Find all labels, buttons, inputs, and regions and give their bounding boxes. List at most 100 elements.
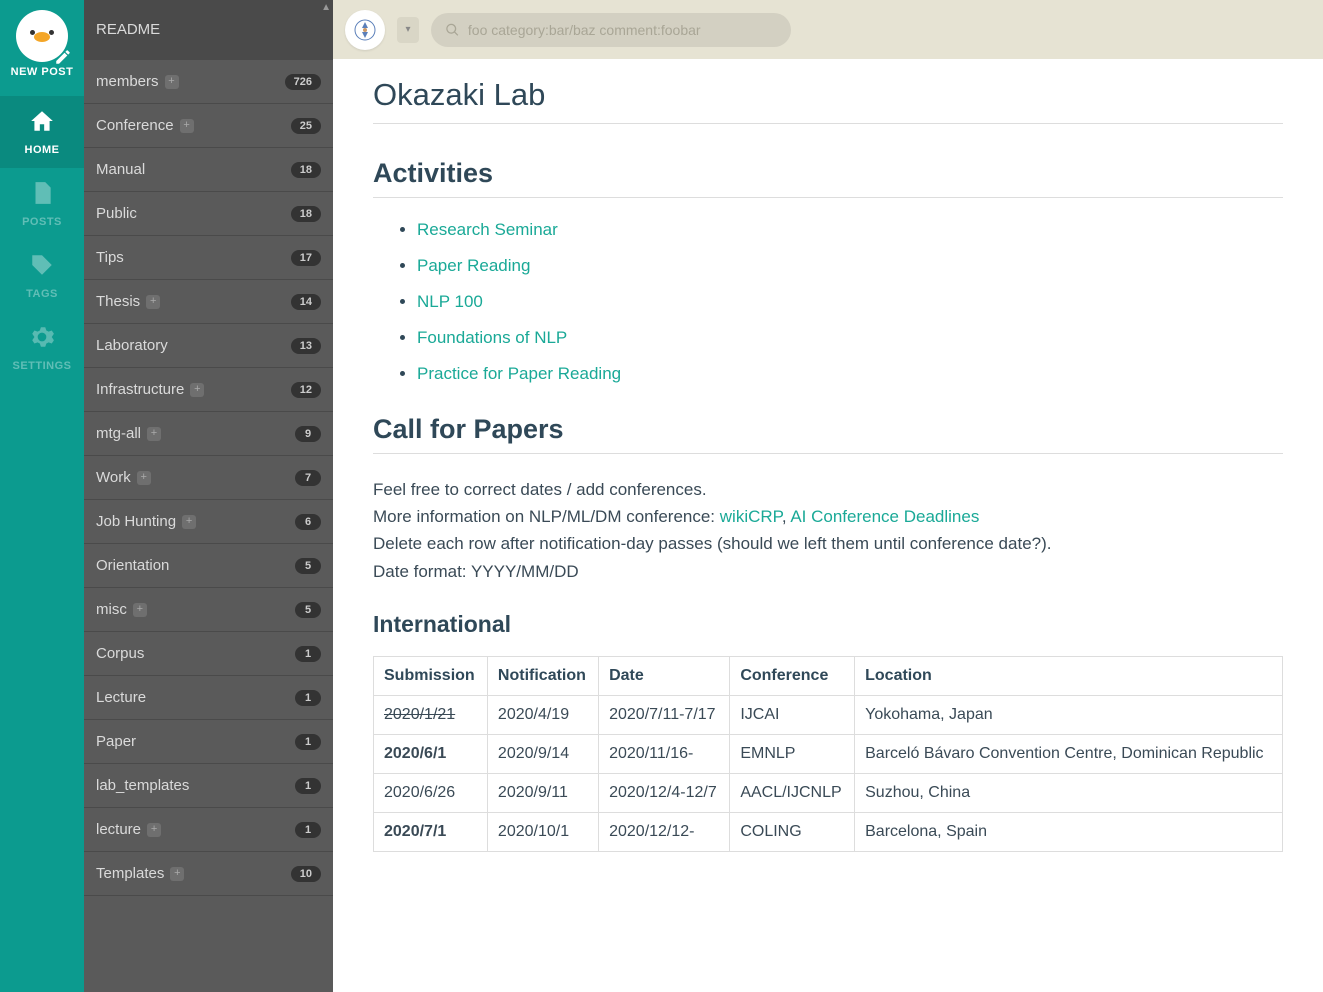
category-item[interactable]: mtg-all+9: [84, 412, 333, 456]
activities-heading: Activities: [373, 158, 1283, 198]
category-name: Infrastructure: [96, 381, 184, 398]
search-bar[interactable]: [431, 13, 791, 47]
topbar: ▾: [333, 0, 1323, 59]
expand-icon[interactable]: +: [165, 75, 179, 89]
category-name: Tips: [96, 249, 124, 266]
expand-icon[interactable]: +: [147, 823, 161, 837]
category-name: lecture: [96, 821, 141, 838]
category-name: lab_templates: [96, 777, 189, 794]
category-count: 12: [291, 382, 321, 398]
category-count: 7: [295, 470, 321, 486]
category-name: Templates: [96, 865, 164, 882]
category-item[interactable]: Tips 17: [84, 236, 333, 280]
expand-icon[interactable]: +: [182, 515, 196, 529]
category-item[interactable]: lab_templates1: [84, 764, 333, 808]
tag-icon: [29, 252, 55, 278]
category-item[interactable]: members+726: [84, 60, 333, 104]
sidebar-readme[interactable]: README: [84, 0, 333, 60]
category-item[interactable]: Corpus1: [84, 632, 333, 676]
cell-notification: 2020/10/1: [487, 812, 598, 851]
rail-item-tags[interactable]: TAGS: [0, 240, 84, 312]
category-item[interactable]: Thesis +14: [84, 280, 333, 324]
category-count: 5: [295, 558, 321, 574]
table-header: Location: [855, 656, 1283, 695]
category-name: Lecture: [96, 689, 146, 706]
team-logo[interactable]: [345, 10, 385, 50]
category-sidebar: ▲ README members+726Conference+25Manual1…: [84, 0, 333, 992]
category-count: 10: [291, 866, 321, 882]
cell-date: 2020/12/12-: [599, 812, 730, 851]
rail-item-posts[interactable]: POSTS: [0, 168, 84, 240]
category-item[interactable]: Manual18: [84, 148, 333, 192]
table-row: 2020/6/262020/9/112020/12/4-12/7AACL/IJC…: [374, 773, 1283, 812]
search-input[interactable]: [468, 22, 777, 38]
table-row: 2020/1/212020/4/192020/7/11-7/17IJCAIYok…: [374, 695, 1283, 734]
category-item[interactable]: Public18: [84, 192, 333, 236]
activity-link[interactable]: Research Seminar: [417, 220, 558, 239]
expand-icon[interactable]: +: [180, 119, 194, 133]
activity-link[interactable]: Practice for Paper Reading: [417, 364, 621, 383]
rail-item-label: POSTS: [22, 216, 62, 228]
new-post-label[interactable]: NEW POST: [11, 66, 74, 78]
category-count: 17: [291, 250, 321, 266]
activity-link[interactable]: NLP 100: [417, 292, 483, 311]
expand-icon[interactable]: +: [147, 427, 161, 441]
category-count: 14: [291, 294, 321, 310]
category-item[interactable]: lecture+1: [84, 808, 333, 852]
expand-icon[interactable]: +: [190, 383, 204, 397]
table-header: Conference: [730, 656, 855, 695]
ai-deadlines-link[interactable]: AI Conference Deadlines: [790, 507, 979, 526]
category-count: 6: [295, 514, 321, 530]
category-item[interactable]: Paper1: [84, 720, 333, 764]
category-name: misc: [96, 601, 127, 618]
category-name: Corpus: [96, 645, 144, 662]
cell-location: Yokohama, Japan: [855, 695, 1283, 734]
category-name: Thesis: [96, 293, 140, 310]
expand-icon[interactable]: +: [146, 295, 160, 309]
team-dropdown[interactable]: ▾: [397, 17, 419, 43]
cell-location: Barceló Bávaro Convention Centre, Domini…: [855, 734, 1283, 773]
activity-link[interactable]: Paper Reading: [417, 256, 530, 275]
activity-item: Practice for Paper Reading: [417, 364, 1283, 384]
expand-icon[interactable]: +: [170, 867, 184, 881]
category-item[interactable]: Templates +10: [84, 852, 333, 896]
category-item[interactable]: Orientation5: [84, 544, 333, 588]
cell-notification: 2020/9/14: [487, 734, 598, 773]
category-count: 18: [291, 206, 321, 222]
expand-icon[interactable]: +: [137, 471, 151, 485]
rail-item-settings[interactable]: SETTINGS: [0, 312, 84, 384]
rail-item-home[interactable]: HOME: [0, 96, 84, 168]
content: Okazaki Lab Activities Research SeminarP…: [333, 59, 1323, 992]
category-item[interactable]: Laboratory 13: [84, 324, 333, 368]
category-item[interactable]: misc +5: [84, 588, 333, 632]
team-logo-icon: [353, 18, 377, 42]
international-heading: International: [373, 611, 1283, 638]
table-header: Notification: [487, 656, 598, 695]
category-item[interactable]: Work +7: [84, 456, 333, 500]
category-count: 5: [295, 602, 321, 618]
category-item[interactable]: Lecture1: [84, 676, 333, 720]
category-item[interactable]: Conference+25: [84, 104, 333, 148]
new-post-avatar[interactable]: [16, 10, 68, 62]
category-count: 9: [295, 426, 321, 442]
left-rail: NEW POST HOME POSTS TAGS SETTINGS: [0, 0, 84, 992]
category-name: members: [96, 73, 159, 90]
activity-link[interactable]: Foundations of NLP: [417, 328, 567, 347]
category-name: Work: [96, 469, 131, 486]
category-item[interactable]: Infrastructure +12: [84, 368, 333, 412]
cell-submission: 2020/7/1: [374, 812, 488, 851]
cfp-text: Date format: YYYY/MM/DD: [373, 558, 1283, 585]
cfp-prefix: More information on NLP/ML/DM conference…: [373, 507, 720, 526]
cell-notification: 2020/4/19: [487, 695, 598, 734]
category-name: Laboratory: [96, 337, 168, 354]
scroll-up-arrow[interactable]: ▲: [321, 2, 331, 13]
category-item[interactable]: Job Hunting+6: [84, 500, 333, 544]
conference-table: SubmissionNotificationDateConferenceLoca…: [373, 656, 1283, 852]
cell-date: 2020/7/11-7/17: [599, 695, 730, 734]
table-row: 2020/6/12020/9/142020/11/16-EMNLPBarceló…: [374, 734, 1283, 773]
main-area: ▾ Okazaki Lab Activities Research Semina…: [333, 0, 1323, 992]
wikicfp-link[interactable]: wikiCRP: [720, 507, 782, 526]
activity-item: Research Seminar: [417, 220, 1283, 240]
expand-icon[interactable]: +: [133, 603, 147, 617]
category-count: 13: [291, 338, 321, 354]
